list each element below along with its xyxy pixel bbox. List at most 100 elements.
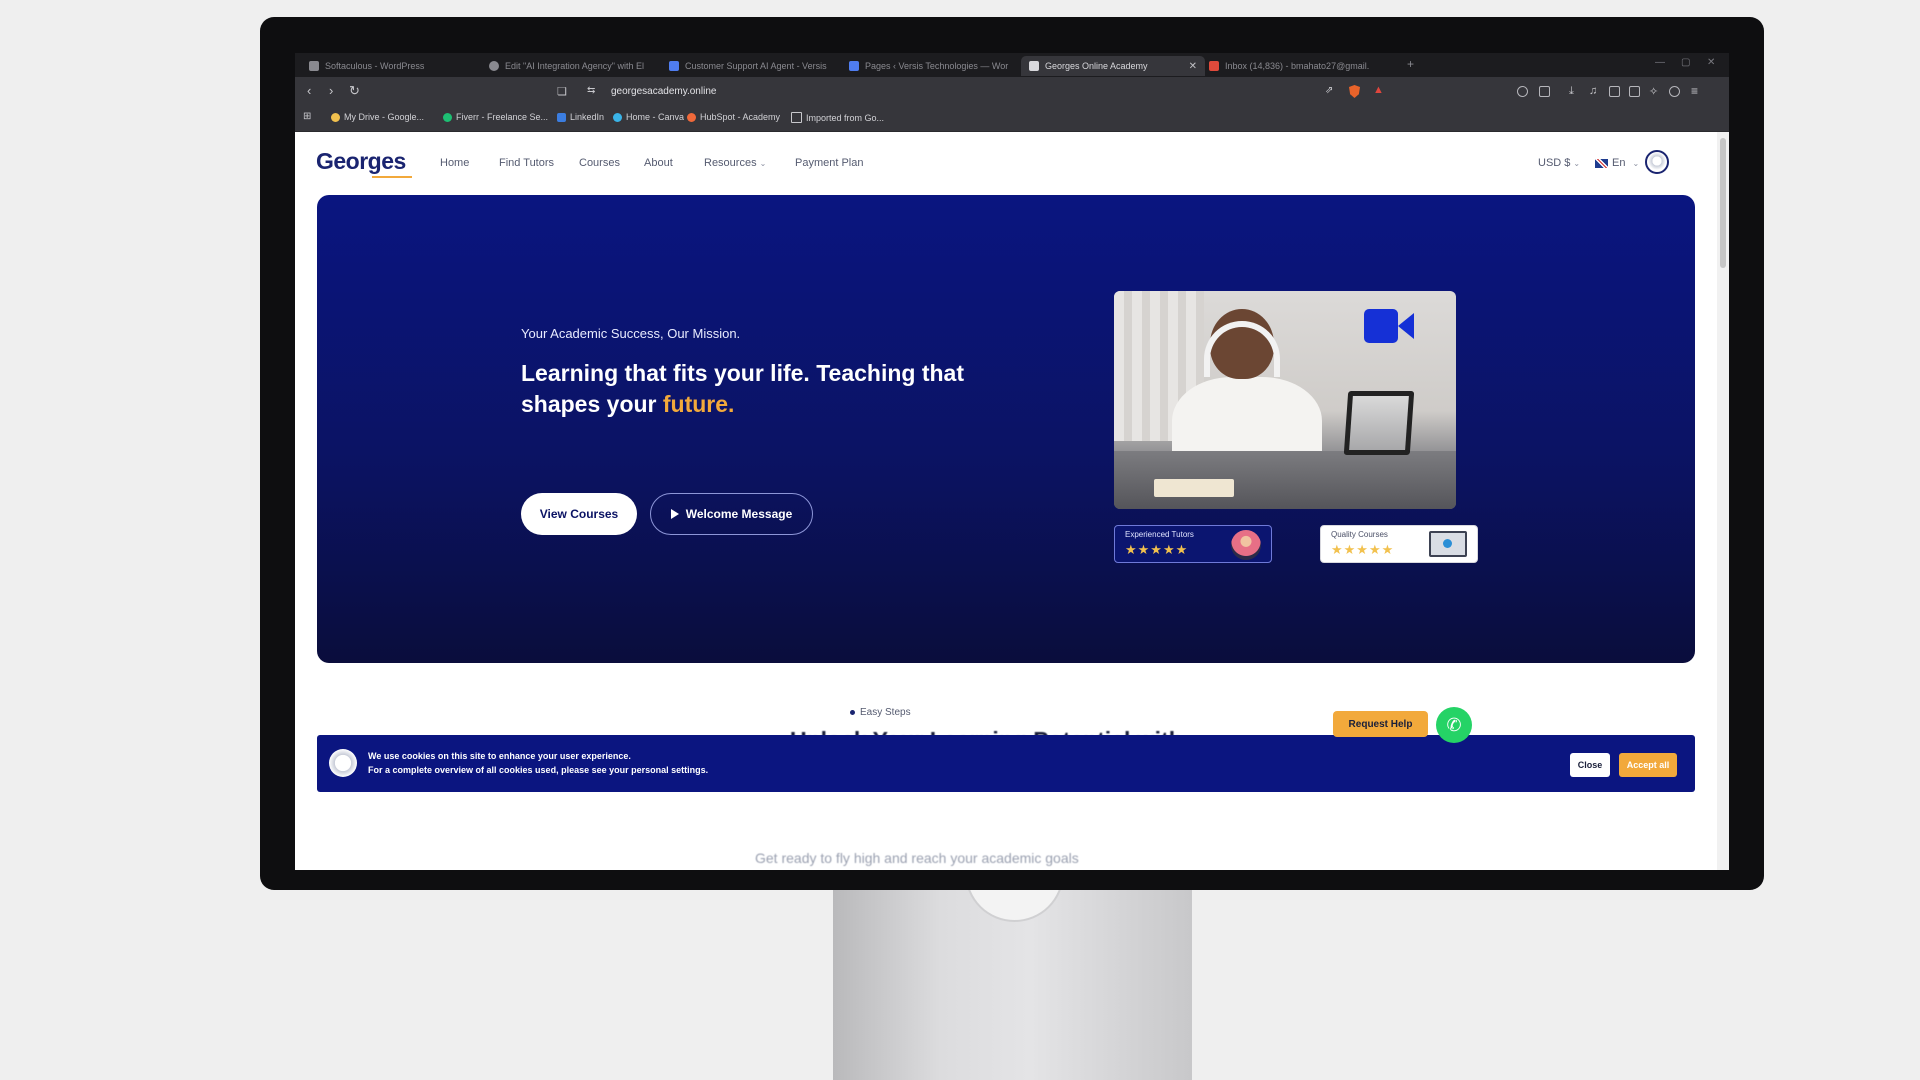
apps-grid-icon[interactable]: ⊞ bbox=[303, 111, 311, 122]
bookmark-label: HubSpot - Academy bbox=[700, 112, 781, 122]
tab-elementor[interactable]: Edit "AI Integration Agency" with El bbox=[481, 56, 665, 76]
laptop-icon bbox=[1429, 531, 1467, 557]
nav-resources[interactable]: Resources ⌄ bbox=[704, 157, 766, 169]
card-label: Quality Courses bbox=[1331, 530, 1388, 539]
currency-label: USD $ bbox=[1538, 157, 1571, 169]
bookmark-hubspot[interactable]: HubSpot - Academy bbox=[687, 112, 780, 122]
tutor-avatar bbox=[1231, 530, 1261, 560]
hero-subtitle: Your Academic Success, Our Mission. bbox=[521, 326, 741, 341]
laptop bbox=[1343, 391, 1415, 455]
view-courses-button[interactable]: View Courses bbox=[521, 493, 637, 535]
nav-find-tutors[interactable]: Find Tutors bbox=[499, 157, 554, 169]
whatsapp-icon[interactable]: ✆ bbox=[1436, 707, 1472, 743]
play-icon bbox=[670, 509, 679, 519]
maximize-icon[interactable]: ▢ bbox=[1681, 57, 1690, 68]
minimize-icon[interactable]: — bbox=[1655, 57, 1665, 68]
fiverr-icon bbox=[443, 112, 452, 122]
tab-title: Edit "AI Integration Agency" with El bbox=[505, 61, 644, 71]
bookmark-label: LinkedIn bbox=[570, 112, 605, 122]
cookie-accept-button[interactable]: Accept all bbox=[1619, 753, 1677, 777]
tab-customer-support[interactable]: Customer Support AI Agent - Versis bbox=[661, 56, 845, 76]
drive-icon bbox=[331, 112, 340, 122]
nav-home[interactable]: Home bbox=[440, 157, 469, 169]
download-icon[interactable]: ⤓ bbox=[1569, 85, 1574, 98]
request-help-button[interactable]: Request Help bbox=[1333, 711, 1428, 737]
bookmark-folder-imported[interactable]: Imported from Go... bbox=[791, 112, 884, 123]
welcome-message-button[interactable]: Welcome Message bbox=[650, 493, 813, 535]
hero-title-accent: future. bbox=[662, 391, 735, 417]
cookie-close-button[interactable]: Close bbox=[1570, 753, 1610, 777]
logo-underline bbox=[372, 176, 412, 178]
tab-favicon bbox=[1029, 61, 1039, 71]
brave-rewards-icon[interactable]: ▲ bbox=[1373, 84, 1384, 96]
folder-icon bbox=[791, 112, 802, 123]
menu-icon[interactable]: ≡ bbox=[1691, 84, 1698, 98]
cookie-banner: We use cookies on this site to enhance y… bbox=[317, 735, 1695, 792]
extensions-icon[interactable]: ✧ bbox=[1649, 85, 1658, 98]
monitor-frame: Softaculous - WordPress Edit "AI Integra… bbox=[260, 17, 1764, 890]
screen: Softaculous - WordPress Edit "AI Integra… bbox=[295, 53, 1729, 870]
back-icon[interactable]: ‹ bbox=[307, 83, 311, 98]
chat-icon[interactable] bbox=[1517, 86, 1528, 97]
nav-about[interactable]: About bbox=[644, 157, 673, 169]
bullet-dot bbox=[850, 709, 855, 715]
bookmark-canva[interactable]: Home - Canva bbox=[613, 112, 684, 122]
media-icon[interactable]: ♫ bbox=[1589, 85, 1597, 97]
experienced-tutors-card: Experienced Tutors ★★★★★ bbox=[1114, 525, 1272, 563]
new-tab-icon[interactable]: + bbox=[1407, 57, 1414, 71]
scroll-thumb[interactable] bbox=[1720, 138, 1726, 268]
user-avatar[interactable] bbox=[1645, 150, 1669, 174]
close-window-icon[interactable]: ✕ bbox=[1707, 57, 1715, 68]
bookmark-label: Fiverr - Freelance Se... bbox=[456, 112, 549, 122]
tab-georges-active[interactable]: Georges Online Academy ✕ bbox=[1021, 56, 1205, 76]
sidebar-icon[interactable] bbox=[1609, 86, 1620, 97]
video-camera-icon bbox=[1364, 307, 1414, 343]
site-logo[interactable]: Georges bbox=[316, 148, 412, 178]
bookmark-label: Home - Canva bbox=[626, 112, 685, 122]
tab-title: Customer Support AI Agent - Versis bbox=[685, 61, 827, 71]
tab-manager-icon[interactable] bbox=[1629, 86, 1640, 97]
share-icon[interactable]: ⇗ bbox=[1325, 85, 1333, 96]
language-label: En bbox=[1612, 157, 1626, 169]
nav-payment-plan[interactable]: Payment Plan bbox=[795, 157, 863, 169]
reload-icon[interactable]: ↻ bbox=[349, 83, 360, 99]
bookmark-drive[interactable]: My Drive - Google... bbox=[331, 112, 424, 122]
brave-shield-icon[interactable] bbox=[1349, 85, 1360, 98]
hubspot-icon bbox=[687, 112, 696, 122]
tab-gmail[interactable]: Inbox (14,836) - bmahato27@gmail. bbox=[1201, 56, 1405, 76]
nav-courses[interactable]: Courses bbox=[579, 157, 620, 169]
tab-favicon bbox=[309, 61, 319, 71]
tab-title: Inbox (14,836) - bmahato27@gmail. bbox=[1225, 61, 1370, 71]
vpn-icon[interactable] bbox=[1669, 86, 1680, 97]
language-select[interactable]: En ⌄ bbox=[1595, 157, 1639, 169]
tab-softaculous[interactable]: Softaculous - WordPress bbox=[301, 56, 485, 76]
uk-flag-icon bbox=[1595, 158, 1608, 168]
url-field[interactable]: georgesacademy.online bbox=[611, 86, 716, 97]
chevron-down-icon: ⌄ bbox=[1632, 158, 1640, 168]
wallet-icon[interactable] bbox=[1539, 86, 1550, 97]
bookmark-icon[interactable]: ❏ bbox=[557, 85, 567, 98]
tab-bar: Softaculous - WordPress Edit "AI Integra… bbox=[295, 53, 1729, 77]
chevron-down-icon: ⌄ bbox=[1573, 159, 1581, 168]
tab-pages[interactable]: Pages ‹ Versis Technologies — Wor bbox=[841, 56, 1025, 76]
bookmark-fiverr[interactable]: Fiverr - Freelance Se... bbox=[443, 112, 548, 122]
forward-icon[interactable]: › bbox=[329, 83, 333, 98]
cookie-text-1: We use cookies on this site to enhance y… bbox=[368, 751, 631, 761]
address-bar-row: ‹ › ↻ ❏ ⇆ georgesacademy.online ⇗ ▲ ⤓ ♫ … bbox=[295, 77, 1729, 107]
site-settings-icon[interactable]: ⇆ bbox=[587, 85, 595, 96]
canva-icon bbox=[613, 112, 622, 122]
nav-resources-label: Resources bbox=[704, 157, 757, 169]
bookmark-linkedin[interactable]: LinkedIn bbox=[557, 112, 604, 122]
tab-close-icon[interactable]: ✕ bbox=[1189, 61, 1197, 72]
tab-favicon bbox=[489, 61, 499, 71]
tab-title: Georges Online Academy bbox=[1045, 61, 1148, 71]
bookmark-label: Imported from Go... bbox=[806, 112, 885, 123]
currency-select[interactable]: USD $ ⌄ bbox=[1538, 157, 1580, 169]
laptop-screen bbox=[1349, 396, 1409, 450]
hero-image-student bbox=[1114, 291, 1456, 509]
bookmark-label: My Drive - Google... bbox=[344, 112, 425, 122]
eyebrow-text: Easy Steps bbox=[860, 707, 911, 718]
hero-title-text: Learning that fits your life. Teaching t… bbox=[521, 360, 964, 417]
scrollbar[interactable] bbox=[1717, 132, 1729, 870]
tab-title: Pages ‹ Versis Technologies — Wor bbox=[865, 61, 1009, 71]
